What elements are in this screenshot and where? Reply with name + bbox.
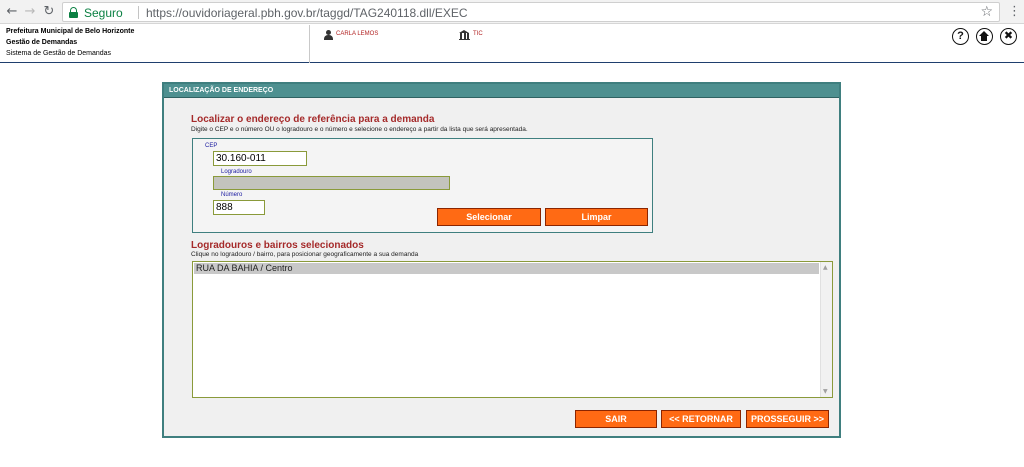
search-section-title: Localizar o endereço de referência para … bbox=[191, 114, 435, 125]
cep-input[interactable] bbox=[213, 151, 307, 166]
select-button[interactable]: Selecionar bbox=[437, 208, 541, 226]
numero-input[interactable] bbox=[213, 200, 265, 215]
scroll-down-icon[interactable]: ▼ bbox=[823, 388, 828, 395]
user-icon bbox=[323, 30, 333, 40]
organization-block: Prefeitura Municipal de Belo Horizonte G… bbox=[0, 25, 310, 63]
org-department: Gestão de Demandas bbox=[6, 39, 78, 46]
address-search-form: CEP Logradouro Número Selecionar Limpar bbox=[192, 138, 653, 233]
list-scrollbar[interactable]: ▲ ▼ bbox=[820, 262, 832, 397]
back-arrow-icon[interactable]: ← bbox=[4, 4, 20, 20]
browser-toolbar: ← → ↻ Seguro https://ouvidoriageral.pbh.… bbox=[0, 0, 1024, 24]
url-separator bbox=[138, 6, 139, 19]
numero-label: Número bbox=[221, 192, 243, 198]
address-bar[interactable]: Seguro https://ouvidoriageral.pbh.gov.br… bbox=[62, 2, 1000, 22]
help-icon[interactable]: ? bbox=[952, 28, 969, 45]
next-button[interactable]: PROSSEGUIR >> bbox=[746, 410, 829, 428]
sector-name: TIC bbox=[473, 31, 483, 37]
results-section-subtitle: Clique no logradouro / bairro, para posi… bbox=[191, 251, 419, 258]
panel-title: LOCALIZAÇÃO DE ENDEREÇO bbox=[164, 84, 839, 98]
system-name: Sistema de Gestão de Demandas bbox=[6, 50, 112, 57]
address-location-panel: LOCALIZAÇÃO DE ENDEREÇO Localizar o ende… bbox=[162, 82, 841, 438]
back-button[interactable]: << RETORNAR bbox=[661, 410, 741, 428]
search-section-subtitle: Digite o CEP e o número OU o logradouro … bbox=[191, 126, 528, 133]
results-section-title: Logradouros e bairros selecionados bbox=[191, 240, 364, 251]
list-item[interactable]: RUA DA BAHIA / Centro bbox=[194, 263, 819, 274]
forward-arrow-icon[interactable]: → bbox=[22, 4, 38, 20]
scroll-up-icon[interactable]: ▲ bbox=[823, 264, 828, 271]
cep-label: CEP bbox=[205, 143, 218, 149]
reload-icon[interactable]: ↻ bbox=[41, 4, 57, 20]
building-icon bbox=[459, 30, 470, 40]
secure-label: Seguro bbox=[84, 6, 123, 20]
user-name: CARLA LEMOS bbox=[336, 31, 379, 37]
url-text[interactable]: https://ouvidoriageral.pbh.gov.br/taggd/… bbox=[146, 6, 468, 20]
app-header: Prefeitura Municipal de Belo Horizonte G… bbox=[0, 25, 1024, 63]
bookmark-star-icon[interactable]: ☆ bbox=[980, 4, 993, 20]
exit-button[interactable]: SAIR bbox=[575, 410, 657, 428]
logradouro-label: Logradouro bbox=[221, 169, 252, 175]
browser-menu-icon[interactable]: ⋮ bbox=[1008, 4, 1021, 20]
home-icon[interactable] bbox=[976, 28, 993, 45]
lock-icon bbox=[69, 7, 78, 18]
clear-button[interactable]: Limpar bbox=[545, 208, 648, 226]
logradouro-input[interactable] bbox=[213, 176, 450, 190]
close-icon[interactable]: ✖ bbox=[1000, 28, 1017, 45]
results-list[interactable]: RUA DA BAHIA / Centro ▲ ▼ bbox=[192, 261, 833, 398]
org-name: Prefeitura Municipal de Belo Horizonte bbox=[6, 28, 135, 35]
